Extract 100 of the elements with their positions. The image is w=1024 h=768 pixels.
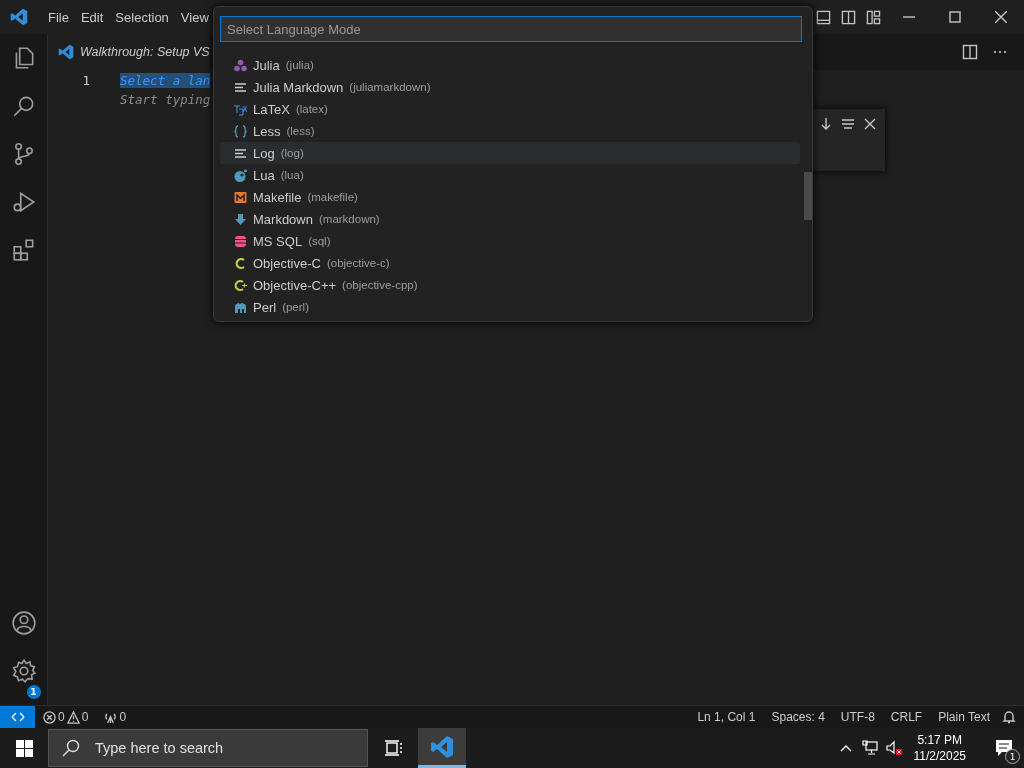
status-item[interactable]: UTF-8 xyxy=(840,710,875,724)
clock-time[interactable]: 5:17 PM xyxy=(917,732,963,748)
list-icon[interactable] xyxy=(841,117,855,131)
language-option[interactable]: Markdown (markdown) xyxy=(220,208,800,230)
text-lines-icon xyxy=(234,80,247,94)
arrow-down-icon[interactable] xyxy=(819,117,833,131)
problems-button[interactable]: 0 0 xyxy=(43,710,89,724)
scrollbar-thumb[interactable] xyxy=(804,172,812,220)
c-shape-icon xyxy=(234,256,247,270)
language-id: (makefile) xyxy=(307,191,358,203)
tex-icon xyxy=(234,102,247,116)
editor-tab[interactable]: Walkthrough: Setup VS xyxy=(48,34,210,70)
language-name: Julia xyxy=(253,57,280,73)
bell-icon[interactable] xyxy=(1002,710,1016,724)
language-id: (less) xyxy=(286,125,315,137)
status-item[interactable]: Spaces: 4 xyxy=(771,710,825,724)
warning-icon xyxy=(66,710,80,724)
language-name: Makefile xyxy=(253,189,302,205)
status-item[interactable]: CRLF xyxy=(890,710,923,724)
language-option[interactable]: Perl (perl) xyxy=(220,296,800,318)
panel-toggle-icon[interactable] xyxy=(816,9,831,25)
language-name: Objective-C xyxy=(253,255,321,271)
language-name: MS SQL xyxy=(253,233,303,249)
language-name: Lua xyxy=(253,167,275,183)
network-icon[interactable] xyxy=(861,740,878,756)
search-placeholder: Type here to search xyxy=(95,740,224,756)
quick-pick-input[interactable]: Select Language Mode xyxy=(220,16,802,42)
taskbar-app-button[interactable] xyxy=(418,728,466,768)
remote-button[interactable] xyxy=(0,706,35,728)
taskbar-search-field[interactable]: Type here to search xyxy=(48,729,368,767)
language-option[interactable]: Objective-C (objective-c) xyxy=(220,252,800,274)
language-option[interactable]: LaTeX (latex) xyxy=(220,98,800,120)
language-name: Markdown xyxy=(253,211,313,227)
braces-icon xyxy=(234,124,247,138)
language-id: (juliamarkdown) xyxy=(349,81,431,93)
language-id: (julia) xyxy=(285,59,314,71)
c-plus-icon xyxy=(234,278,247,292)
language-option[interactable]: Julia Markdown (juliamarkdown) xyxy=(220,76,800,98)
app-logo-icon xyxy=(430,734,454,759)
app-logo xyxy=(10,8,28,26)
clock-date[interactable]: 11/2/2025 xyxy=(913,748,966,764)
menu-item[interactable]: Selection xyxy=(109,9,175,25)
task-view-icon[interactable] xyxy=(385,739,403,757)
language-name: Objective-C++ xyxy=(253,277,337,293)
language-id: (perl) xyxy=(282,301,309,313)
language-id: (objective-c) xyxy=(326,257,390,269)
app-logo-icon xyxy=(58,44,74,60)
language-dots-icon xyxy=(234,58,247,72)
error-icon xyxy=(43,710,56,724)
menu-item[interactable]: Edit xyxy=(74,9,110,25)
layout-icon[interactable] xyxy=(866,9,881,25)
text-lines-icon xyxy=(234,146,247,160)
problem-count: 0 xyxy=(81,710,89,724)
settings-icon[interactable] xyxy=(10,658,37,684)
language-option[interactable]: Log (log) xyxy=(220,142,800,164)
language-option[interactable]: Lua (lua) xyxy=(220,164,800,186)
account-icon[interactable] xyxy=(10,610,37,636)
language-id: (log) xyxy=(280,147,304,159)
sidebar-toggle-icon[interactable] xyxy=(841,9,856,25)
language-name: Less xyxy=(253,123,281,139)
language-option[interactable]: Makefile (makefile) xyxy=(220,186,800,208)
split-editor-icon[interactable] xyxy=(962,44,978,60)
makefile-icon xyxy=(234,190,247,204)
remote-icon xyxy=(10,710,25,724)
menu-item[interactable]: View xyxy=(174,9,215,25)
language-id: (latex) xyxy=(295,103,328,115)
camel-icon xyxy=(234,300,247,314)
language-id: (objective-cpp) xyxy=(342,279,418,291)
language-name: Log xyxy=(253,145,275,161)
speaker-muted-icon[interactable] xyxy=(885,740,902,756)
maximize-icon xyxy=(949,11,961,23)
language-name: Julia Markdown xyxy=(253,79,344,95)
menu-item[interactable]: File xyxy=(42,9,75,25)
language-name: LaTeX xyxy=(253,101,290,117)
moon-icon xyxy=(234,168,247,182)
search-icon xyxy=(61,738,81,758)
language-name: Perl xyxy=(253,299,277,315)
problem-count: 0 xyxy=(58,710,65,724)
ports-button[interactable]: 0 xyxy=(104,710,127,724)
database-icon xyxy=(234,234,247,248)
language-id: (markdown) xyxy=(318,213,380,225)
status-item[interactable]: Plain Text xyxy=(938,710,990,724)
windows-start-icon[interactable] xyxy=(15,739,33,757)
language-id: (lua) xyxy=(280,169,304,181)
hint-text: Start typing xyxy=(120,92,211,107)
language-option[interactable]: MS SQL (sql) xyxy=(220,230,800,252)
run-debug-icon[interactable] xyxy=(10,189,37,215)
close-icon[interactable] xyxy=(863,117,877,131)
language-option[interactable]: Julia (julia) xyxy=(220,54,800,76)
notification-badge: 1 xyxy=(26,685,41,699)
port-count: 0 xyxy=(119,710,127,724)
status-item[interactable]: Ln 1, Col 1 xyxy=(697,710,756,724)
language-id: (sql) xyxy=(308,235,331,247)
line-number: 1 xyxy=(81,73,90,88)
close-icon xyxy=(995,11,1007,23)
language-option[interactable]: Objective-C++ (objective-cpp) xyxy=(220,274,800,296)
selected-text: Select a lan xyxy=(120,73,211,88)
notification-badge: 1 xyxy=(1005,749,1020,764)
language-option[interactable]: Less (less) xyxy=(220,120,800,142)
arrow-down-icon xyxy=(234,212,247,226)
